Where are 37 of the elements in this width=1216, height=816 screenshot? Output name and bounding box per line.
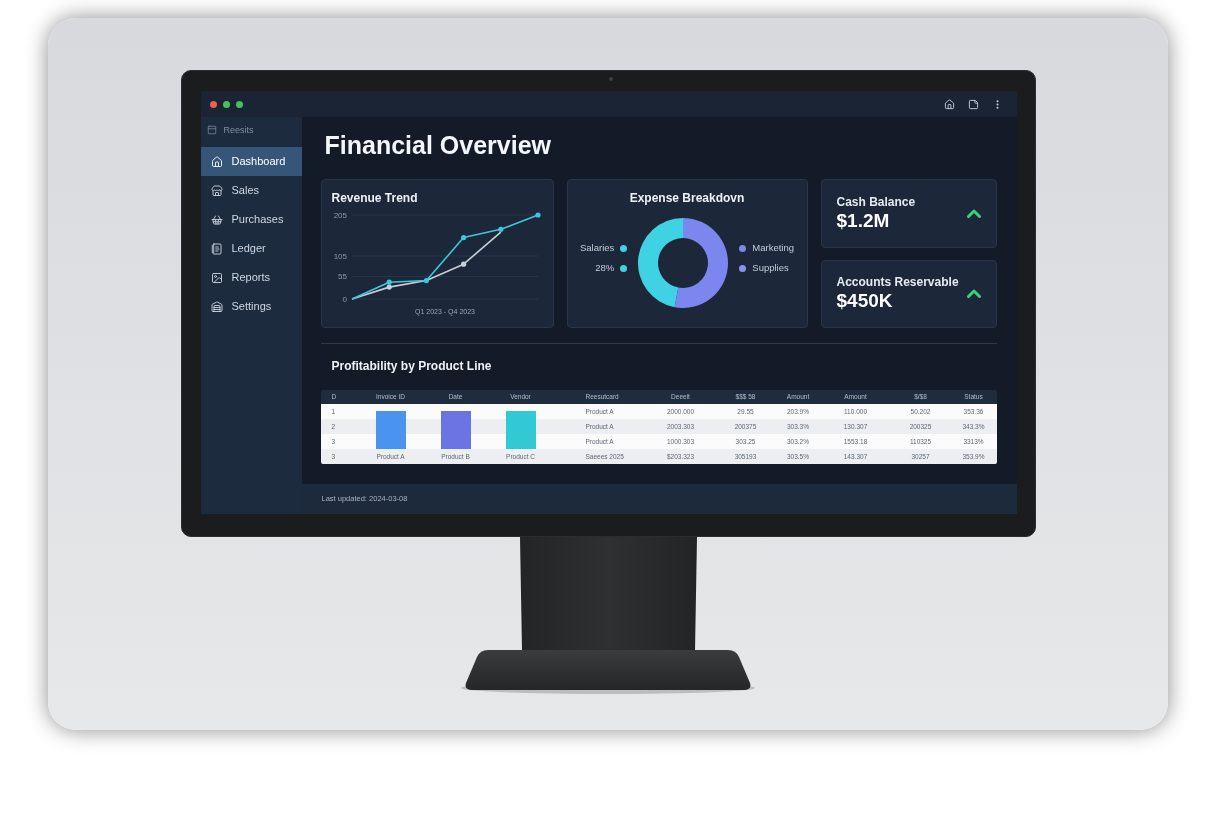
nav-item[interactable]: Settings [200, 292, 302, 321]
kpi-value: $450K [836, 290, 894, 313]
nav-item[interactable]: Sales [200, 176, 302, 205]
section-title: Profitability by Product Line [330, 358, 493, 374]
data-point [423, 277, 429, 284]
legend-label: Supplies [752, 262, 789, 274]
card-title: Expense Breakdovn [629, 190, 745, 205]
sidebar-title: Reesits [223, 124, 254, 136]
panel-icon [206, 125, 217, 135]
legend-label: 28% [595, 262, 615, 274]
card-title: Revenue Trend [330, 190, 419, 205]
axis-tick-label: 55 [337, 272, 347, 282]
nav-item[interactable]: Purchases [200, 205, 302, 234]
warehouse-icon [210, 300, 223, 313]
data-point [534, 212, 541, 218]
nav-item[interactable]: Reports [200, 263, 302, 292]
picture-icon [210, 271, 223, 284]
kpi-label: Accounts Reservable [836, 275, 959, 291]
axis-tick-label: 205 [333, 211, 347, 220]
kpi-value: $1.2M [836, 209, 891, 232]
axis-tick-label: 0 [342, 295, 347, 304]
home-icon[interactable] [943, 98, 955, 110]
page-title: Financial Overview [323, 130, 552, 160]
legend-label: Salaries [579, 242, 615, 254]
nav-item[interactable]: Ledger [200, 234, 302, 263]
note-icon[interactable] [967, 98, 979, 110]
home-icon [210, 155, 223, 168]
data-point [497, 226, 503, 232]
store-icon [210, 184, 223, 197]
axis-tick-label: 105 [333, 252, 347, 261]
data-point [460, 261, 466, 267]
data-point [460, 234, 466, 241]
notebook-icon [210, 242, 223, 255]
basket-icon [210, 213, 223, 226]
kpi-label: Cash Balance [836, 194, 916, 210]
legend-label: Marketing [752, 242, 794, 254]
nav-item[interactable]: Dashboard [200, 147, 302, 176]
